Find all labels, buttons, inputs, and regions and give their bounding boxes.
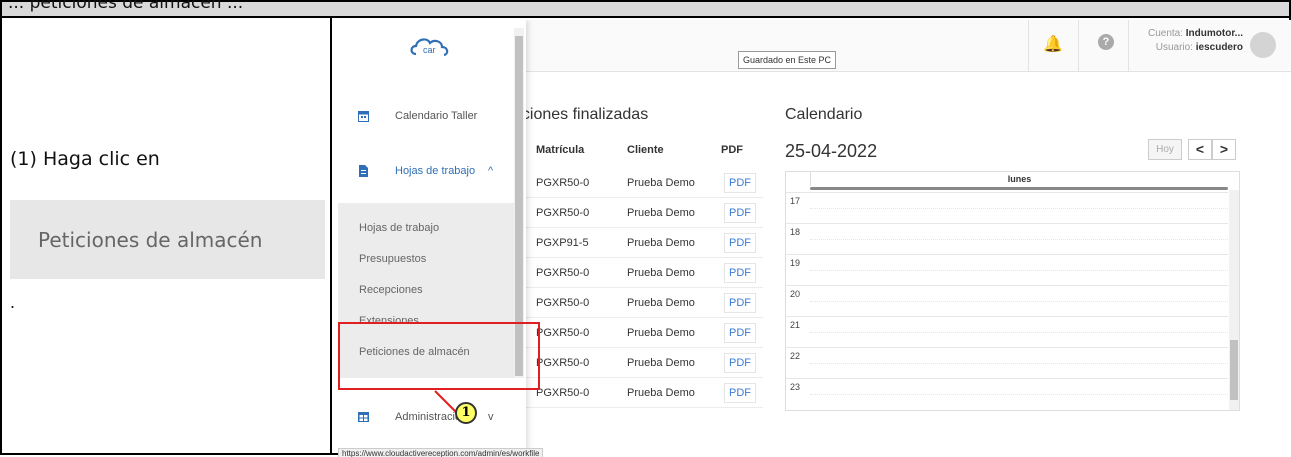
callout-line	[434, 390, 458, 414]
column-divider	[330, 18, 332, 455]
instruction-button-label: Peticiones de almacén	[38, 227, 263, 252]
instruction-step: (1) Haga clic en	[10, 148, 160, 170]
callout-number: 1	[455, 402, 477, 424]
instruction-trailing: .	[10, 292, 16, 312]
header-row: ... peticiones de almacén ...	[2, 0, 1289, 18]
app-screenshot: Guardado en Este PC 🔔 ? Cuenta: Indumoto…	[338, 20, 1291, 457]
document-frame: ... peticiones de almacén ... (1) Haga c…	[0, 0, 1291, 457]
instruction-button-image: Peticiones de almacén	[10, 200, 325, 279]
header-text: ... peticiones de almacén ...	[8, 0, 244, 13]
